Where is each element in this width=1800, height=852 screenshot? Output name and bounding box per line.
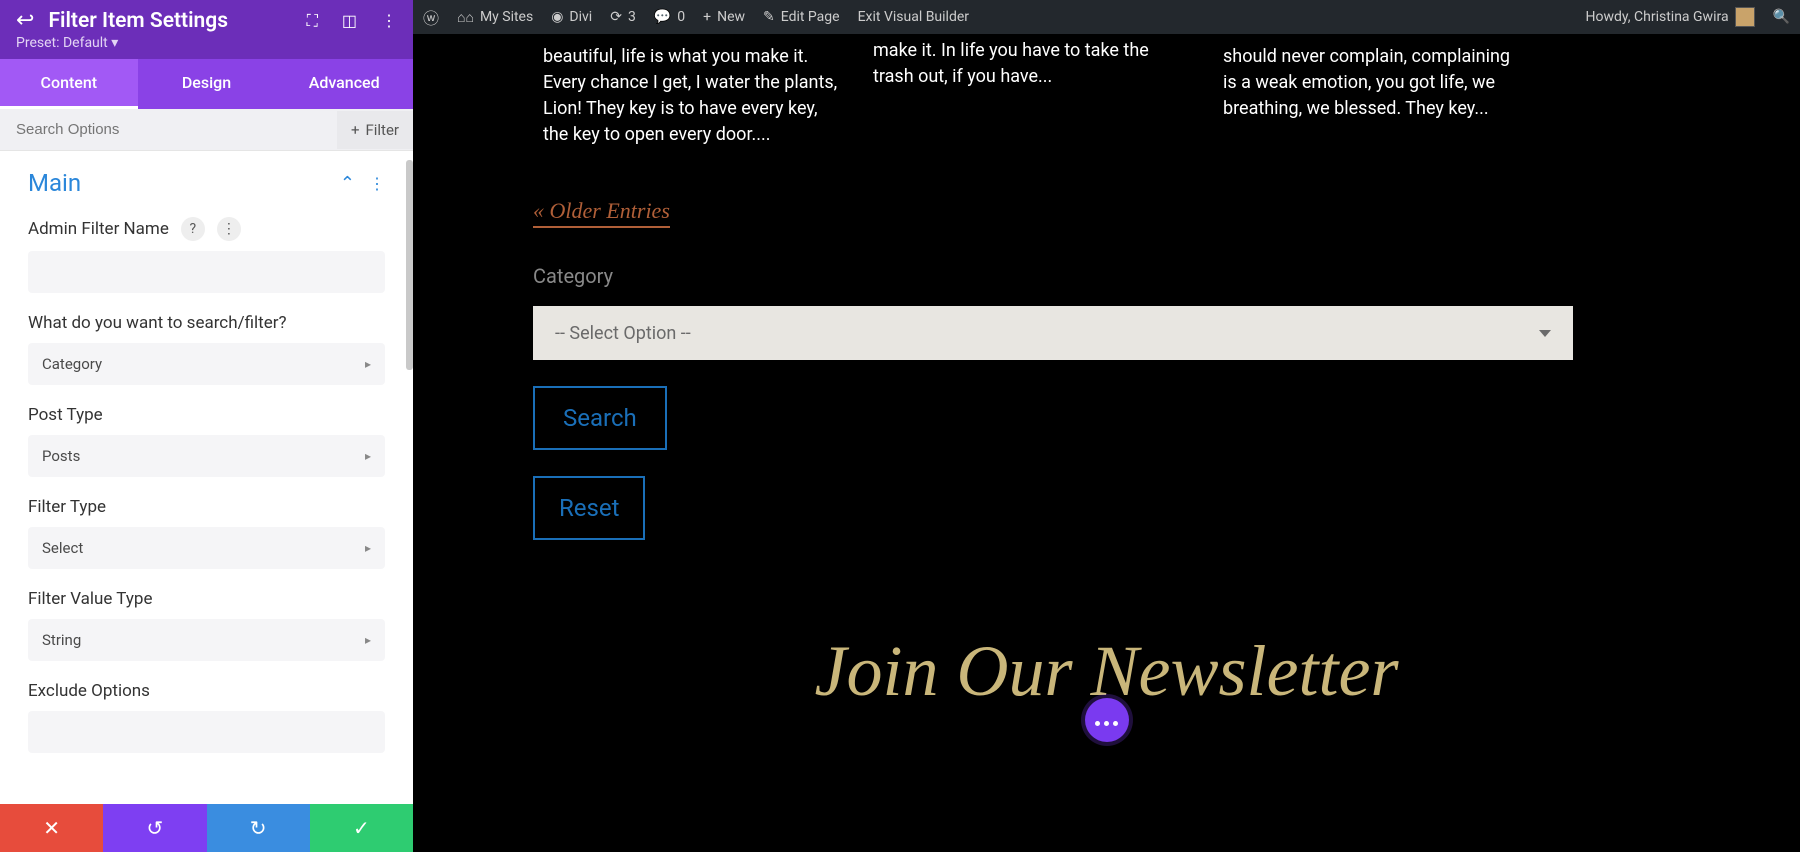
options-search-row: + Filter — [0, 109, 413, 151]
help-icon[interactable]: ? — [181, 217, 205, 241]
label-filter-value-type: Filter Value Type — [28, 589, 152, 609]
admin-search-icon[interactable]: 🔍 — [1773, 9, 1790, 25]
plus-icon: + — [351, 121, 360, 139]
menu-kebab-icon[interactable]: ⋮ — [381, 11, 397, 30]
gauge-icon: ◉ — [551, 9, 563, 25]
divi-fab-button[interactable] — [1085, 698, 1129, 742]
panel-content-scroll[interactable]: Main ⌃ ⋮ Admin Filter Name ? ⋮ What do y… — [0, 151, 413, 804]
save-button[interactable]: ✓ — [310, 804, 413, 852]
label-post-type: Post Type — [28, 405, 103, 425]
panel-title: Filter Item Settings — [48, 9, 292, 33]
select-arrow-icon: ▸ — [365, 449, 371, 463]
edit-page-link[interactable]: ✎ Edit Page — [763, 9, 840, 25]
label-admin-filter-name: Admin Filter Name — [28, 219, 169, 239]
post-type-select[interactable]: Posts ▸ — [28, 435, 385, 477]
undo-button[interactable]: ↺ — [103, 804, 206, 852]
edit-page-label: Edit Page — [781, 9, 840, 25]
back-arrow-icon[interactable]: ↩ — [16, 8, 34, 33]
search-options-input[interactable] — [0, 109, 337, 150]
howdy-user[interactable]: Howdy, Christina Gwira — [1586, 7, 1755, 27]
what-filter-value: Category — [42, 355, 102, 373]
search-button[interactable]: Search — [533, 386, 667, 450]
filter-button-label: Filter — [365, 121, 399, 139]
updates-link[interactable]: ⟳3 — [610, 9, 636, 25]
filter-value-type-select[interactable]: String ▸ — [28, 619, 385, 661]
pencil-icon: ✎ — [763, 9, 775, 25]
page-canvas: ⓦ ⌂⌂My Sites ◉Divi ⟳3 💬0 +New ✎Edit Page… — [413, 0, 1800, 852]
section-main-title: Main — [28, 169, 81, 197]
select-arrow-icon: ▸ — [365, 357, 371, 371]
select-arrow-icon: ▸ — [365, 541, 371, 555]
my-sites-label: My Sites — [480, 9, 533, 25]
tab-content[interactable]: Content — [0, 59, 138, 109]
comments-count: 0 — [677, 9, 685, 25]
post-excerpt-3: should never complain, complaining is a … — [1223, 44, 1523, 148]
filter-value-type-value: String — [42, 631, 81, 649]
label-what-filter: What do you want to search/filter? — [28, 313, 287, 333]
filter-type-select[interactable]: Select ▸ — [28, 527, 385, 569]
new-label: New — [717, 9, 745, 25]
chevron-up-icon[interactable]: ⌃ — [340, 173, 355, 194]
post-excerpt-1: beautiful, life is what you make it. Eve… — [543, 44, 843, 148]
panel-layout-icon[interactable]: ◫ — [342, 11, 357, 30]
older-entries-link[interactable]: « Older Entries — [533, 198, 670, 228]
redo-button[interactable]: ↻ — [207, 804, 310, 852]
post-excerpt-2: make it. In life you have to take the tr… — [873, 38, 1173, 148]
site-label: Divi — [569, 9, 592, 25]
wp-admin-bar: ⓦ ⌂⌂My Sites ◉Divi ⟳3 💬0 +New ✎Edit Page… — [413, 0, 1800, 34]
site-link[interactable]: ◉ Divi — [551, 9, 592, 25]
expand-icon[interactable]: ⛶ — [307, 11, 318, 31]
select-arrow-icon: ▸ — [365, 633, 371, 647]
what-filter-select[interactable]: Category ▸ — [28, 343, 385, 385]
exit-visual-builder-link[interactable]: Exit Visual Builder — [858, 9, 969, 25]
filter-type-value: Select — [42, 539, 83, 557]
refresh-icon: ⟳ — [610, 9, 622, 25]
settings-panel: ↩ Filter Item Settings ⛶ ◫ ⋮ Preset: Def… — [0, 0, 413, 852]
category-select-placeholder: -- Select Option -- — [555, 323, 691, 344]
label-exclude-options: Exclude Options — [28, 681, 150, 701]
panel-header: ↩ Filter Item Settings ⛶ ◫ ⋮ Preset: Def… — [0, 0, 413, 59]
panel-scrollbar[interactable] — [406, 160, 413, 370]
comment-icon: 💬 — [654, 9, 671, 25]
comments-link[interactable]: 💬0 — [654, 9, 685, 25]
avatar-icon — [1735, 7, 1755, 27]
category-select[interactable]: -- Select Option -- — [533, 306, 1573, 360]
updates-count: 3 — [628, 9, 636, 25]
panel-action-bar: ✕ ↺ ↻ ✓ — [0, 804, 413, 852]
label-filter-type: Filter Type — [28, 497, 106, 517]
field-kebab-icon[interactable]: ⋮ — [217, 217, 241, 241]
admin-filter-name-input[interactable] — [28, 251, 385, 293]
preset-selector[interactable]: Preset: Default ▾ — [16, 35, 397, 51]
settings-tabs: Content Design Advanced — [0, 59, 413, 109]
filter-button[interactable]: + Filter — [337, 111, 413, 149]
tab-design[interactable]: Design — [138, 59, 276, 109]
dots-icon — [1093, 711, 1120, 730]
reset-button[interactable]: Reset — [533, 476, 645, 540]
howdy-label: Howdy, Christina Gwira — [1586, 9, 1729, 25]
network-icon: ⌂⌂ — [457, 9, 474, 26]
plus-icon: + — [703, 9, 711, 25]
page-content: beautiful, life is what you make it. Eve… — [413, 44, 1800, 713]
new-link[interactable]: + New — [703, 9, 745, 25]
close-button[interactable]: ✕ — [0, 804, 103, 852]
post-type-value: Posts — [42, 447, 80, 465]
chevron-down-icon — [1539, 330, 1551, 337]
exclude-options-input[interactable] — [28, 711, 385, 753]
category-label: Category — [533, 264, 1680, 288]
wp-logo-icon[interactable]: ⓦ — [423, 5, 439, 29]
section-kebab-icon[interactable]: ⋮ — [369, 174, 385, 193]
tab-advanced[interactable]: Advanced — [275, 59, 413, 109]
my-sites-link[interactable]: ⌂⌂ My Sites — [457, 9, 533, 26]
